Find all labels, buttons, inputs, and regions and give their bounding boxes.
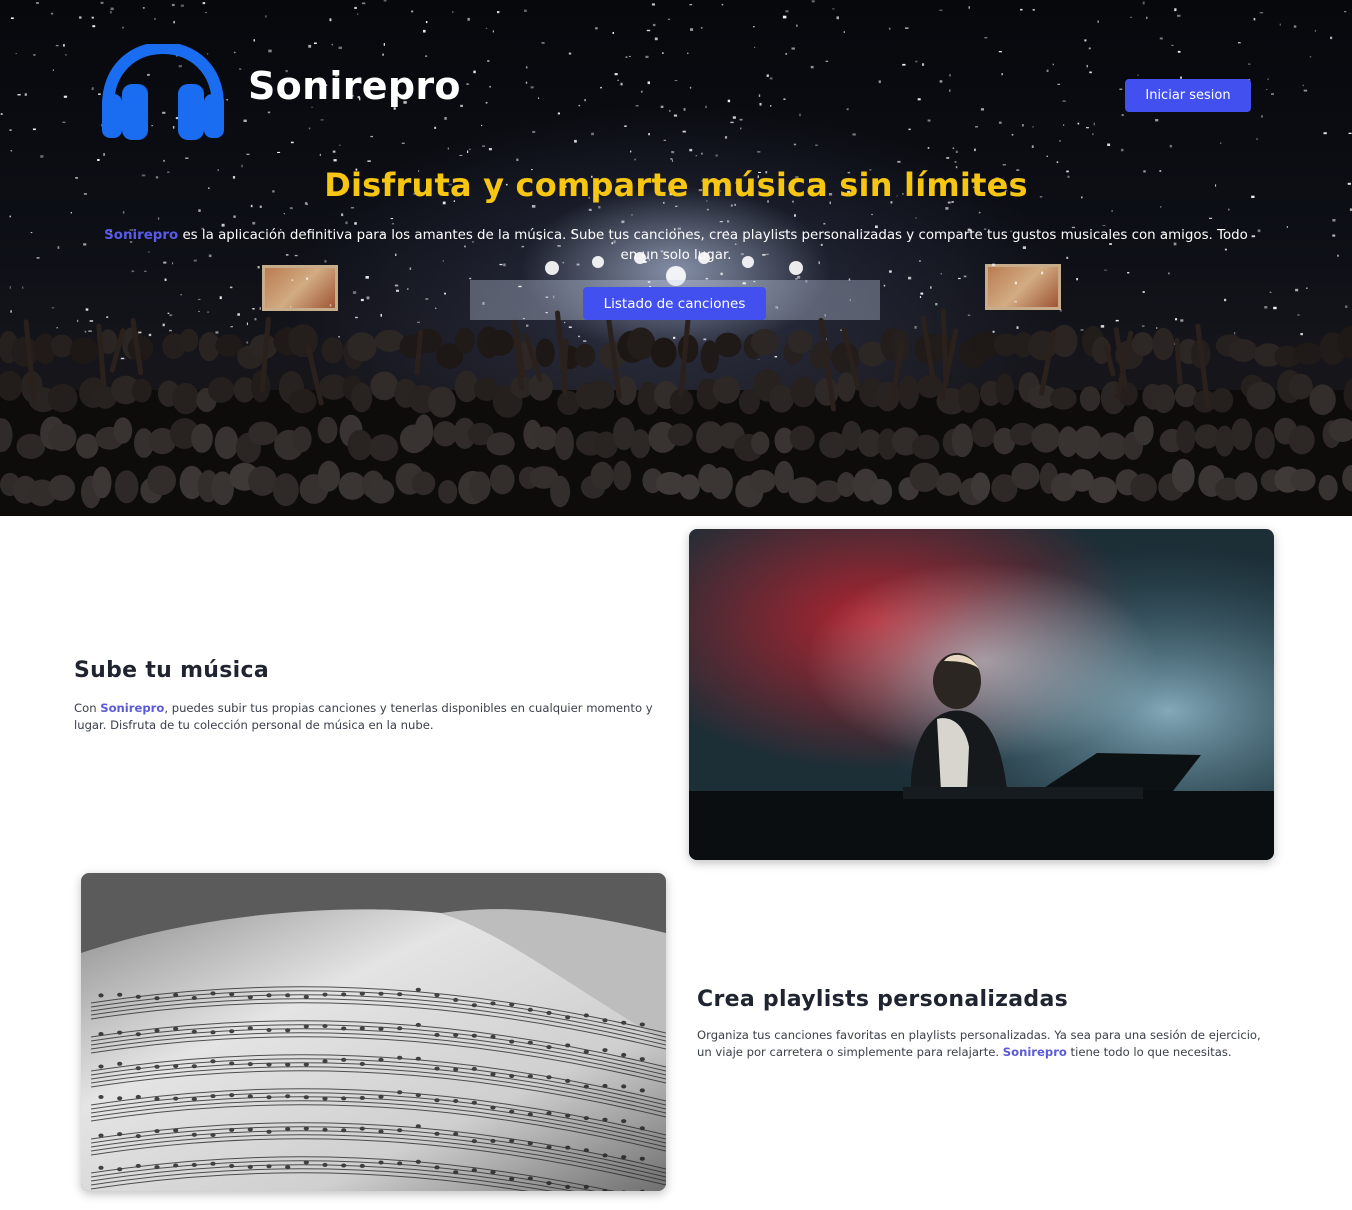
hero-title: Disfruta y comparte música sin límites bbox=[324, 166, 1028, 204]
feature-brand-highlight: Sonirepro bbox=[1002, 1045, 1067, 1059]
hero-brand-highlight: Sonirepro bbox=[104, 228, 179, 243]
hero-description: Sonirepro es la aplicación definitiva pa… bbox=[96, 226, 1256, 266]
feature-text-upload: Con Sonirepro, puedes subir tus propias … bbox=[74, 700, 654, 734]
hero-description-text: es la aplicación definitiva para los ama… bbox=[178, 228, 1248, 263]
song-list-button[interactable]: Listado de canciones bbox=[583, 287, 766, 320]
feature-text-part: tiene todo lo que necesitas. bbox=[1066, 1045, 1232, 1059]
crowd-silhouette bbox=[0, 308, 1352, 516]
pianist-image bbox=[689, 529, 1274, 860]
feature-title-upload: Sube tu música bbox=[74, 658, 269, 683]
feature-text-playlists: Organiza tus canciones favoritas en play… bbox=[697, 1027, 1277, 1061]
headphones-icon bbox=[102, 44, 224, 140]
hero-section: Sonirepro Iniciar sesion Disfruta y comp… bbox=[0, 0, 1352, 516]
sheet-music-image bbox=[81, 873, 666, 1191]
login-button[interactable]: Iniciar sesion bbox=[1125, 79, 1251, 112]
feature-title-playlists: Crea playlists personalizadas bbox=[697, 987, 1069, 1012]
feature-brand-highlight: Sonirepro bbox=[100, 701, 165, 715]
brand-name: Sonirepro bbox=[248, 64, 461, 108]
feature-text-part: Con bbox=[74, 701, 101, 715]
